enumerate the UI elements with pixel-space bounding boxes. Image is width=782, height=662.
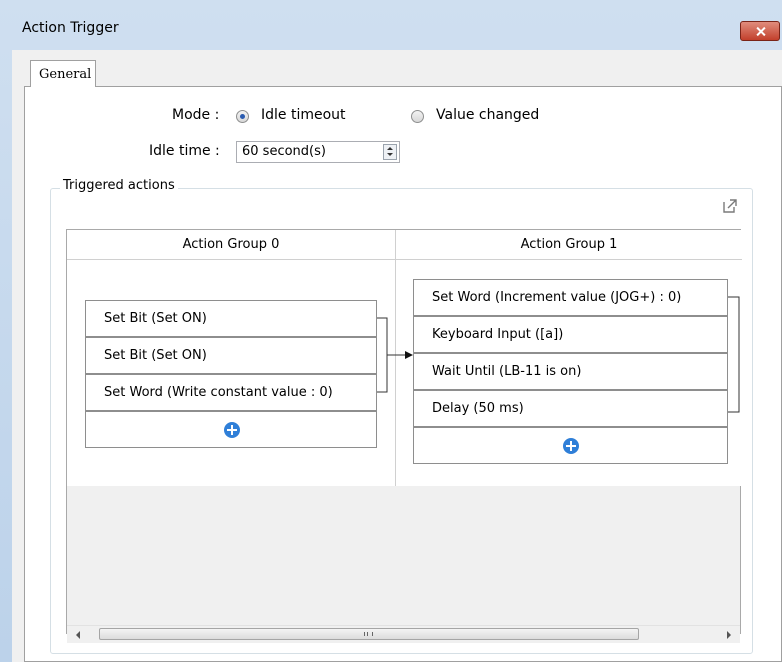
popout-icon[interactable] (722, 198, 738, 214)
group-connector (377, 296, 740, 413)
scroll-thumb[interactable] (99, 628, 639, 640)
value-changed-radio[interactable] (411, 110, 424, 123)
value-changed-label[interactable]: Value changed (436, 107, 539, 123)
spin-down-icon[interactable] (387, 153, 393, 156)
idle-time-spinbox[interactable]: 60 second(s) (236, 141, 400, 163)
spin-buttons[interactable] (383, 144, 397, 160)
idle-timeout-label[interactable]: Idle timeout (261, 107, 346, 123)
grip-icon (364, 632, 373, 636)
idle-timeout-radio[interactable] (236, 110, 249, 123)
close-button[interactable] (740, 21, 780, 41)
triggered-actions-legend: Triggered actions (60, 178, 178, 193)
mode-label: Mode : (172, 107, 220, 123)
action-trigger-window: Action Trigger General Mode : Idle timeo… (0, 0, 782, 662)
horizontal-scrollbar[interactable] (67, 625, 740, 643)
scroll-left-icon[interactable] (76, 631, 80, 639)
spin-up-icon[interactable] (387, 147, 393, 150)
action-flow-view: Action Group 0 Action Group 1 Set Bit (S… (66, 229, 742, 634)
idle-time-value[interactable]: 60 second(s) (242, 144, 326, 159)
scroll-right-icon[interactable] (727, 631, 731, 639)
window-title: Action Trigger (22, 20, 119, 36)
tab-general[interactable]: General (30, 60, 96, 87)
idle-time-label: Idle time : (149, 143, 220, 159)
